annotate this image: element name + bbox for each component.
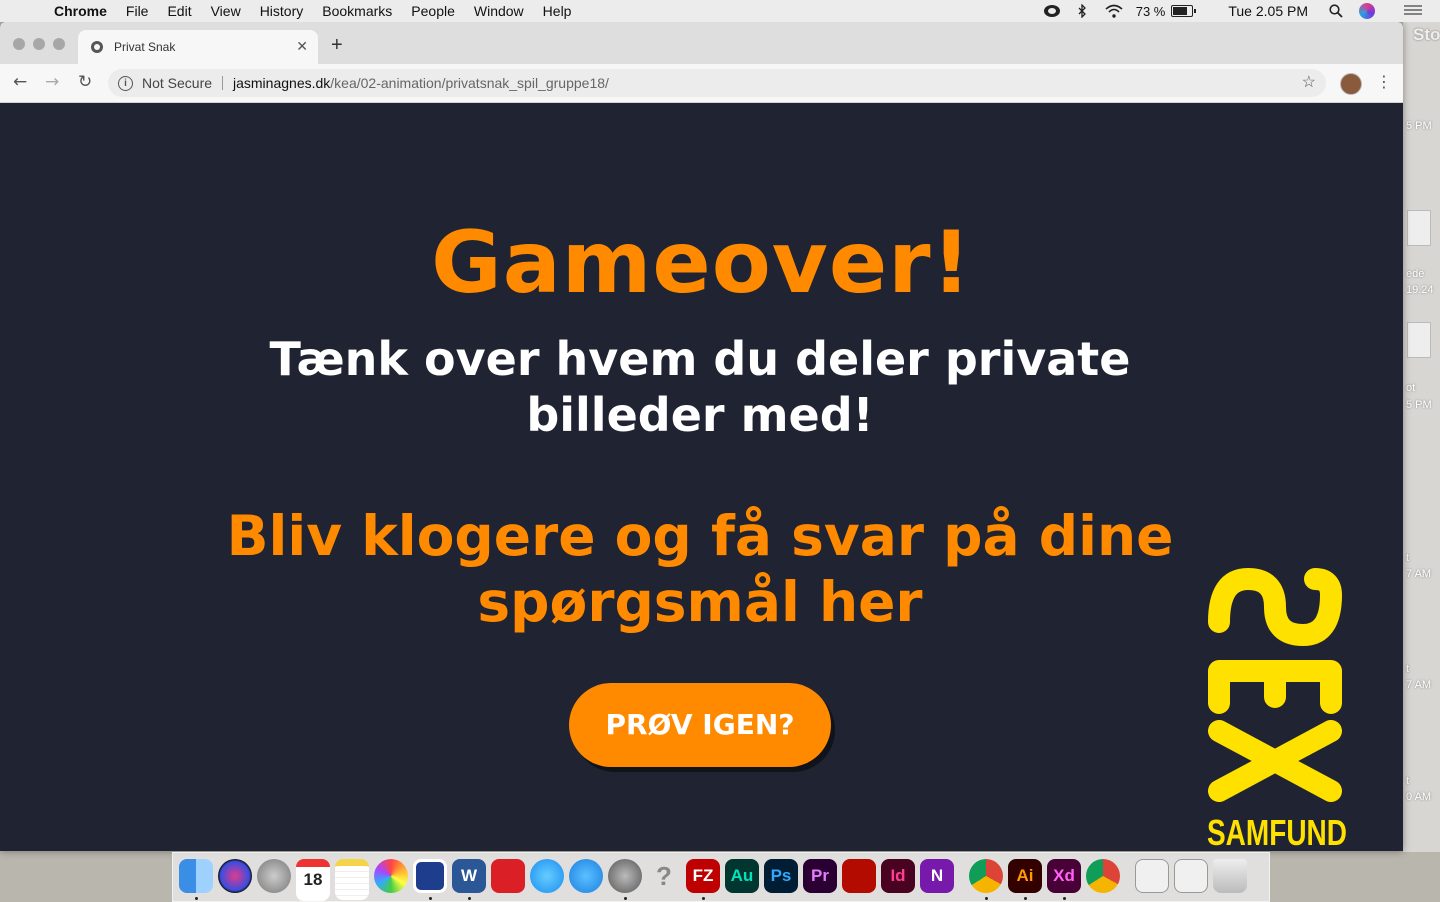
zoom-window-button[interactable] <box>53 38 65 50</box>
page-content: Gameover! Tænk over hvem du deler privat… <box>0 103 1403 851</box>
bluetooth-icon[interactable] <box>1074 3 1090 19</box>
acrobat-icon[interactable] <box>842 859 876 893</box>
photoshop-icon[interactable]: Ps <box>764 859 798 893</box>
xd-icon[interactable]: Xd <box>1047 859 1081 893</box>
dock: 18 W? FZ Au Ps Pr Id N Ai Xd <box>172 852 1270 902</box>
desktop-label: 19.24 <box>1406 284 1434 296</box>
desktop-label: t <box>1406 663 1410 675</box>
menu-window[interactable]: Window <box>474 3 524 19</box>
filezilla-icon[interactable]: FZ <box>686 859 720 893</box>
app-store-icon[interactable] <box>569 859 603 893</box>
close-window-button[interactable] <box>13 38 25 50</box>
creative-cloud-status-icon[interactable] <box>1043 4 1060 18</box>
retry-button[interactable]: PRØV IGEN? <box>569 683 831 767</box>
menu-history[interactable]: History <box>260 3 304 19</box>
sex-og-samfund-logo[interactable]: SAMFUND <box>1203 565 1353 851</box>
spotlight-search-icon[interactable] <box>1328 4 1344 18</box>
indesign-icon[interactable]: Id <box>881 859 915 893</box>
desktop-label: t <box>1406 775 1410 787</box>
desktop-label: 5 PM <box>1406 399 1432 411</box>
back-icon[interactable]: ← <box>13 73 27 91</box>
xd-doc-icon[interactable] <box>1174 859 1208 893</box>
desktop-label: 0 AM <box>1406 791 1432 803</box>
tab-title: Privat Snak <box>114 40 176 54</box>
system-preferences-icon[interactable] <box>608 859 642 893</box>
desktop-background: Sto 5 PM ede 19.24 ot 5 PM t 7 AM t 7 AM… <box>1403 22 1440 852</box>
menu-app-name[interactable]: Chrome <box>54 3 107 19</box>
trash-icon[interactable] <box>1213 859 1247 893</box>
desktop-file-icon[interactable] <box>1407 210 1431 246</box>
globe-icon <box>91 41 103 53</box>
security-label[interactable]: Not Secure <box>142 69 212 97</box>
omnibox-divider <box>222 76 223 90</box>
battery-icon[interactable] <box>1171 5 1197 17</box>
tab-privat-snak[interactable]: Privat Snak ✕ <box>78 30 318 64</box>
address-bar[interactable]: i Not Secure jasminagnes.dk/kea/02-anima… <box>108 69 1326 97</box>
siri-icon[interactable] <box>218 859 252 893</box>
browser-toolbar: ← → ↻ i Not Secure jasminagnes.dk/kea/02… <box>0 64 1403 103</box>
url-host: jasminagnes.dk <box>233 75 331 91</box>
menu-edit[interactable]: Edit <box>167 3 191 19</box>
menu-file[interactable]: File <box>126 3 149 19</box>
battery-percent: 73 % <box>1135 3 1166 19</box>
illustrator-doc-icon[interactable] <box>1135 859 1169 893</box>
logo-letters <box>1208 568 1342 802</box>
desktop-label: ot <box>1406 382 1416 394</box>
desktop-label: ede <box>1406 268 1425 280</box>
illustrator-icon[interactable]: Ai <box>1008 859 1042 893</box>
calendar-icon[interactable]: 18 <box>296 859 330 901</box>
desktop-label: Sto <box>1413 25 1440 44</box>
chrome-icon[interactable] <box>969 859 1003 893</box>
audition-icon[interactable]: Au <box>725 859 759 893</box>
forward-icon[interactable]: → <box>45 73 59 91</box>
menu-help[interactable]: Help <box>543 3 572 19</box>
info-icon[interactable]: i <box>118 76 133 91</box>
url-text[interactable]: jasminagnes.dk/kea/02-animation/privatsn… <box>233 69 609 97</box>
creative-cloud-icon[interactable] <box>491 859 525 893</box>
tab-strip: Privat Snak ✕ + <box>0 22 1403 64</box>
menu-people[interactable]: People <box>411 3 455 19</box>
profile-avatar[interactable] <box>1340 73 1362 95</box>
url-path: /kea/02-animation/privatsnak_spil_gruppe… <box>330 75 609 91</box>
notes-icon[interactable] <box>335 859 369 900</box>
messages-icon[interactable] <box>530 859 564 893</box>
desktop-file-icon[interactable] <box>1407 322 1431 358</box>
premiere-icon[interactable]: Pr <box>803 859 837 893</box>
bookmark-star-icon[interactable]: ☆ <box>1302 69 1316 97</box>
gameover-heading: Gameover! <box>431 213 972 313</box>
menu-bar: Chrome File Edit View History Bookmarks … <box>0 0 1440 22</box>
notification-center-icon[interactable] <box>1404 4 1422 18</box>
desktop-label: 7 AM <box>1406 679 1432 691</box>
wifi-icon[interactable] <box>1105 4 1123 18</box>
new-tab-button[interactable]: + <box>331 35 343 55</box>
clock[interactable]: Tue 2.05 PM <box>1228 3 1308 19</box>
desktop-label: t <box>1406 552 1410 564</box>
word-icon[interactable]: W <box>452 859 486 893</box>
logo-subtext: SAMFUND <box>1207 812 1347 850</box>
menu-bookmarks[interactable]: Bookmarks <box>322 3 392 19</box>
chrome-canary-icon[interactable] <box>1086 859 1120 893</box>
more-menu-icon[interactable]: ⋮ <box>1376 72 1392 92</box>
sourcetree-icon[interactable] <box>413 859 447 893</box>
launchpad-icon[interactable] <box>257 859 291 893</box>
reload-icon[interactable]: ↻ <box>78 73 92 91</box>
menu-view[interactable]: View <box>211 3 241 19</box>
photos-icon[interactable] <box>374 859 408 893</box>
browser-window: Privat Snak ✕ + ← → ↻ i Not Secure jasmi… <box>0 22 1403 851</box>
desktop-label: 7 AM <box>1406 568 1432 580</box>
tab-close-icon[interactable]: ✕ <box>296 38 308 55</box>
finder-icon[interactable] <box>179 859 213 893</box>
siri-icon[interactable] <box>1359 3 1375 19</box>
onenote-icon[interactable]: N <box>920 859 954 893</box>
minimize-window-button[interactable] <box>33 38 45 50</box>
desktop-label: 5 PM <box>1406 120 1432 132</box>
learn-more-link[interactable]: Bliv klogere og få svar på dine spørgsmå… <box>200 503 1200 635</box>
warning-subheading: Tænk over hvem du deler private billeder… <box>269 332 1131 442</box>
help-icon[interactable]: ? <box>647 859 681 893</box>
